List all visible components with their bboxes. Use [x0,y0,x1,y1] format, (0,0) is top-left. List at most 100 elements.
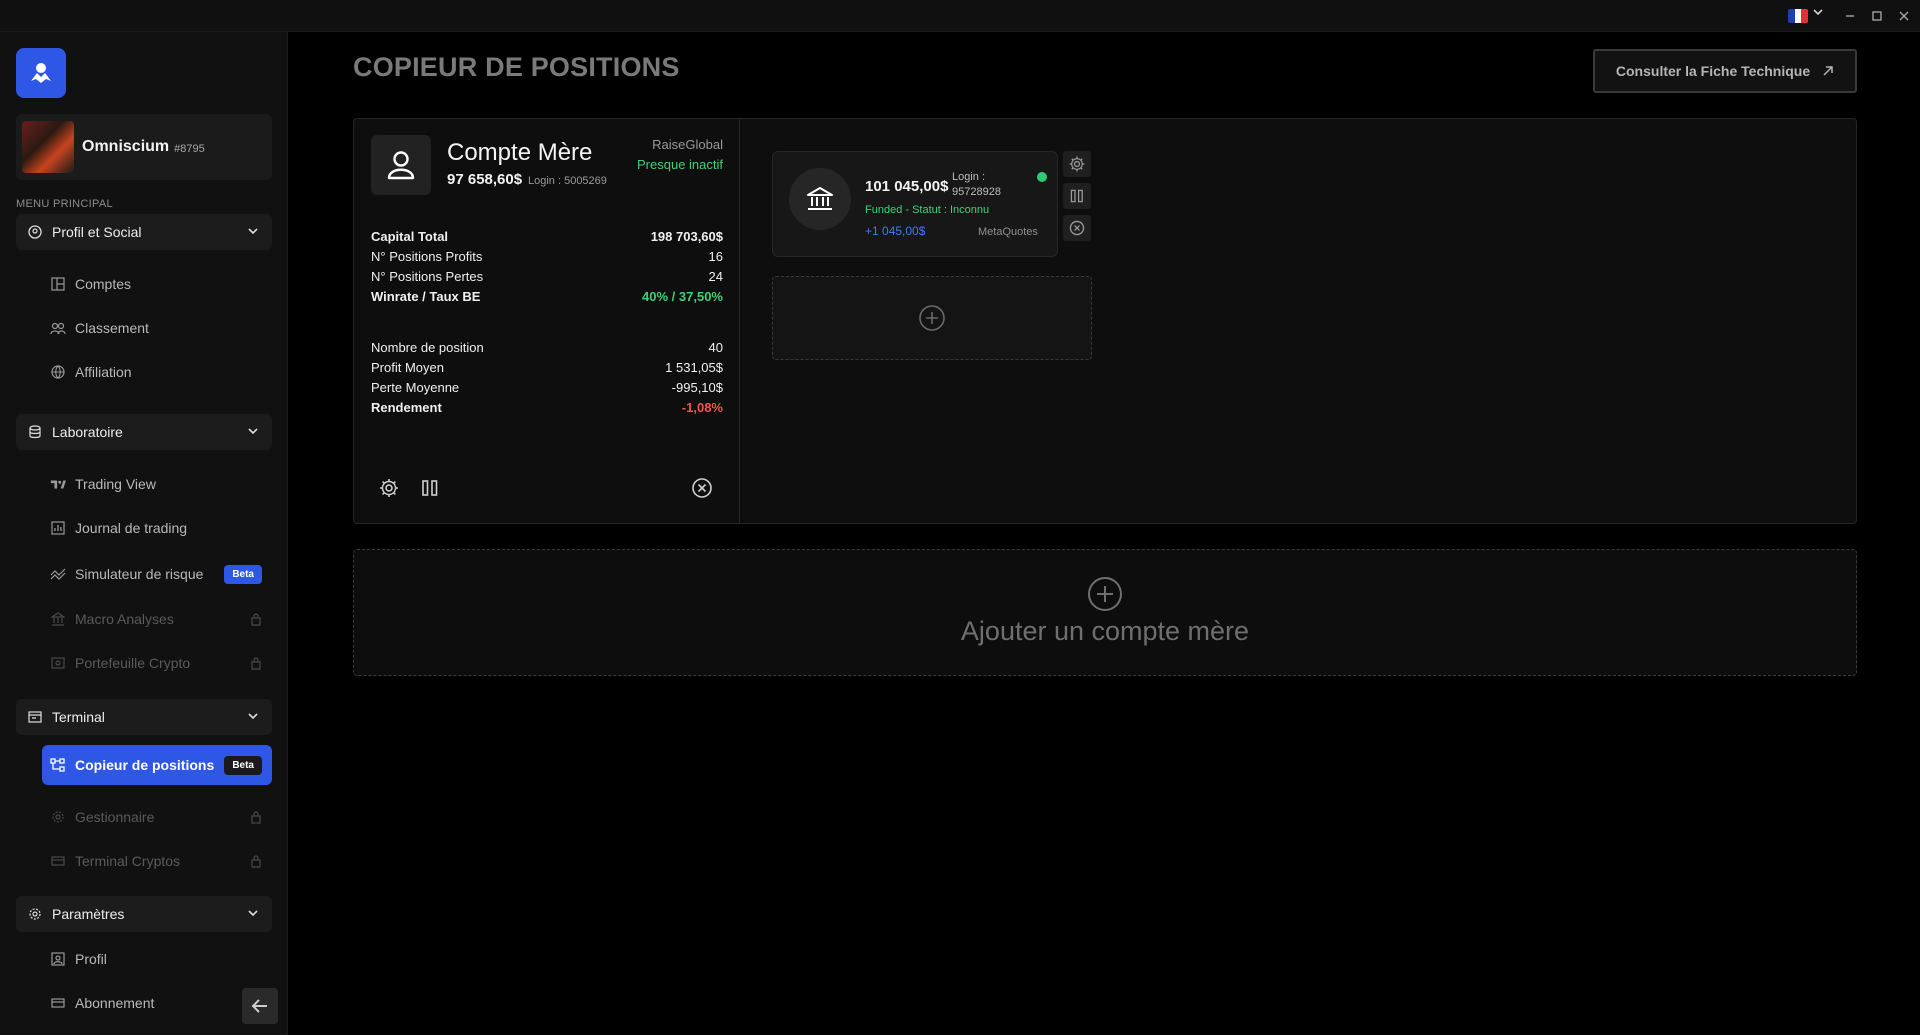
add-mother-label: Ajouter un compte mère [960,616,1250,646]
sidebar-item-label: Portefeuille Crypto [75,655,191,671]
child-account-balance: 101 045,00$ [865,178,949,195]
lock-icon [250,612,262,629]
sidebar-item-profil[interactable]: Profil [42,941,272,977]
child-pause-button[interactable] [1063,183,1091,209]
mother-account-broker: RaiseGlobal [652,137,723,152]
chevron-down-icon [246,906,260,923]
sidebar-item-label: Macro Analyses [75,611,174,627]
bank-icon [789,168,851,230]
user-tag: #8795 [174,142,205,155]
close-circle-icon[interactable] [691,477,713,504]
plus-circle-icon [1087,576,1123,617]
sidebar-item-label: Simulateur de risque [75,566,204,582]
chevron-down-icon [246,709,260,726]
gear-icon [50,809,66,825]
french-flag-icon[interactable] [1788,9,1808,23]
wallet-icon [50,655,66,671]
sidebar-item-label: Copieur de positions [75,757,215,773]
user-icon [371,135,431,195]
chevron-down-icon[interactable] [1812,6,1824,21]
child-remove-button[interactable] [1063,215,1091,241]
logo-icon [31,63,51,83]
mother-account-title: Compte Mère [447,139,593,166]
menu-group-label: Profil et Social [52,224,142,240]
child-account-card[interactable]: 101 045,00$ Login : 95728928 Funded - St… [772,151,1058,257]
lock-icon [250,854,262,871]
copy-group-panel: Compte Mère 97 658,60$ Login : 5005269 R… [353,118,1857,524]
sidebar-item-label: Trading View [75,476,156,492]
sidebar-item-macro[interactable]: Macro Analyses [42,601,272,637]
bar-chart-icon [50,520,66,536]
lock-icon [250,810,262,827]
sidebar-item-terminal-cryptos[interactable]: Terminal Cryptos [42,843,272,879]
menu-group-profil-social[interactable]: Profil et Social [16,214,272,250]
sidebar-item-abonnement[interactable]: Abonnement [42,985,232,1021]
user-card[interactable]: Omniscium #8795 [16,114,272,180]
settings-gear-icon[interactable] [378,477,400,504]
stat-row: Nombre de position 40 [371,340,723,355]
close-window-icon[interactable] [1893,6,1915,26]
database-icon [28,425,42,439]
child-account-profit: +1 045,00$ [865,224,926,238]
child-account-login: Login : 95728928 [952,171,1001,198]
stat-row: N° Positions Profits 16 [371,249,723,264]
sidebar-item-classement[interactable]: Classement [42,310,272,346]
stat-row: N° Positions Pertes 24 [371,269,723,284]
menu-group-terminal[interactable]: Terminal [16,699,272,735]
online-status-dot [1037,172,1047,182]
sidebar-item-label: Affiliation [75,364,132,380]
pause-icon [1070,189,1083,203]
close-circle-icon [1069,220,1085,236]
sidebar-item-copieur[interactable]: Copieur de positions Beta [42,745,272,785]
add-child-account-button[interactable] [772,276,1092,360]
collapse-sidebar-button[interactable] [242,988,278,1024]
chevron-down-icon [246,424,260,441]
gear-icon [28,907,42,921]
user-circle-icon [28,225,42,239]
sidebar-item-label: Journal de trading [75,520,188,536]
tech-sheet-label: Consulter la Fiche Technique [1615,63,1811,79]
card-icon [50,853,66,869]
trend-icon [50,566,66,582]
stat-row: Winrate / Taux BE 40% / 37,50% [371,289,723,304]
maximize-icon[interactable] [1866,6,1888,26]
stat-row: Capital Total 198 703,60$ [371,229,723,244]
menu-group-label: Paramètres [52,906,125,922]
mother-account-login: Login : 5005269 [528,175,607,187]
menu-group-label: Terminal [52,709,105,725]
child-settings-button[interactable] [1063,151,1091,177]
user-square-icon [50,951,66,967]
menu-heading: MENU PRINCIPAL [16,198,113,210]
arrow-left-icon [251,999,267,1013]
stats-block-secondary: Nombre de position 40 Profit Moyen 1 531… [371,338,723,418]
avatar [22,121,74,173]
pause-icon[interactable] [420,477,440,504]
sidebar-item-portefeuille[interactable]: Portefeuille Crypto [42,645,272,681]
beta-badge: Beta [224,756,262,775]
minimize-icon[interactable] [1839,6,1861,26]
lock-icon [250,656,262,673]
mother-account-status: Presque inactif [637,157,723,172]
sidebar-item-affiliation[interactable]: Affiliation [42,354,272,390]
sidebar-item-journal[interactable]: Journal de trading [42,510,272,546]
users-icon [50,320,66,336]
chevron-down-icon [246,224,260,241]
menu-group-parametres[interactable]: Paramètres [16,896,272,932]
sidebar-item-gestionnaire[interactable]: Gestionnaire [42,799,272,835]
add-mother-account-button[interactable]: Ajouter un compte mère [353,549,1857,676]
menu-group-laboratoire[interactable]: Laboratoire [16,414,272,450]
mother-account-balance: 97 658,60$ [447,171,523,188]
child-account-platform: MetaQuotes [978,226,1038,238]
menu-group-label: Laboratoire [52,424,123,440]
user-name: Omniscium [82,138,170,155]
bank-icon [50,611,66,627]
stat-row: Rendement -1,08% [371,400,723,415]
beta-badge: Beta [224,565,262,584]
external-link-icon [1822,65,1834,77]
copy-positions-icon [50,757,66,773]
sidebar-item-trading-view[interactable]: Trading View [42,466,272,502]
sidebar-item-simulateur[interactable]: Simulateur de risque Beta [42,556,272,592]
app-logo[interactable] [16,48,66,98]
tech-sheet-button[interactable]: Consulter la Fiche Technique [1593,49,1857,93]
sidebar-item-comptes[interactable]: Comptes [42,266,272,302]
